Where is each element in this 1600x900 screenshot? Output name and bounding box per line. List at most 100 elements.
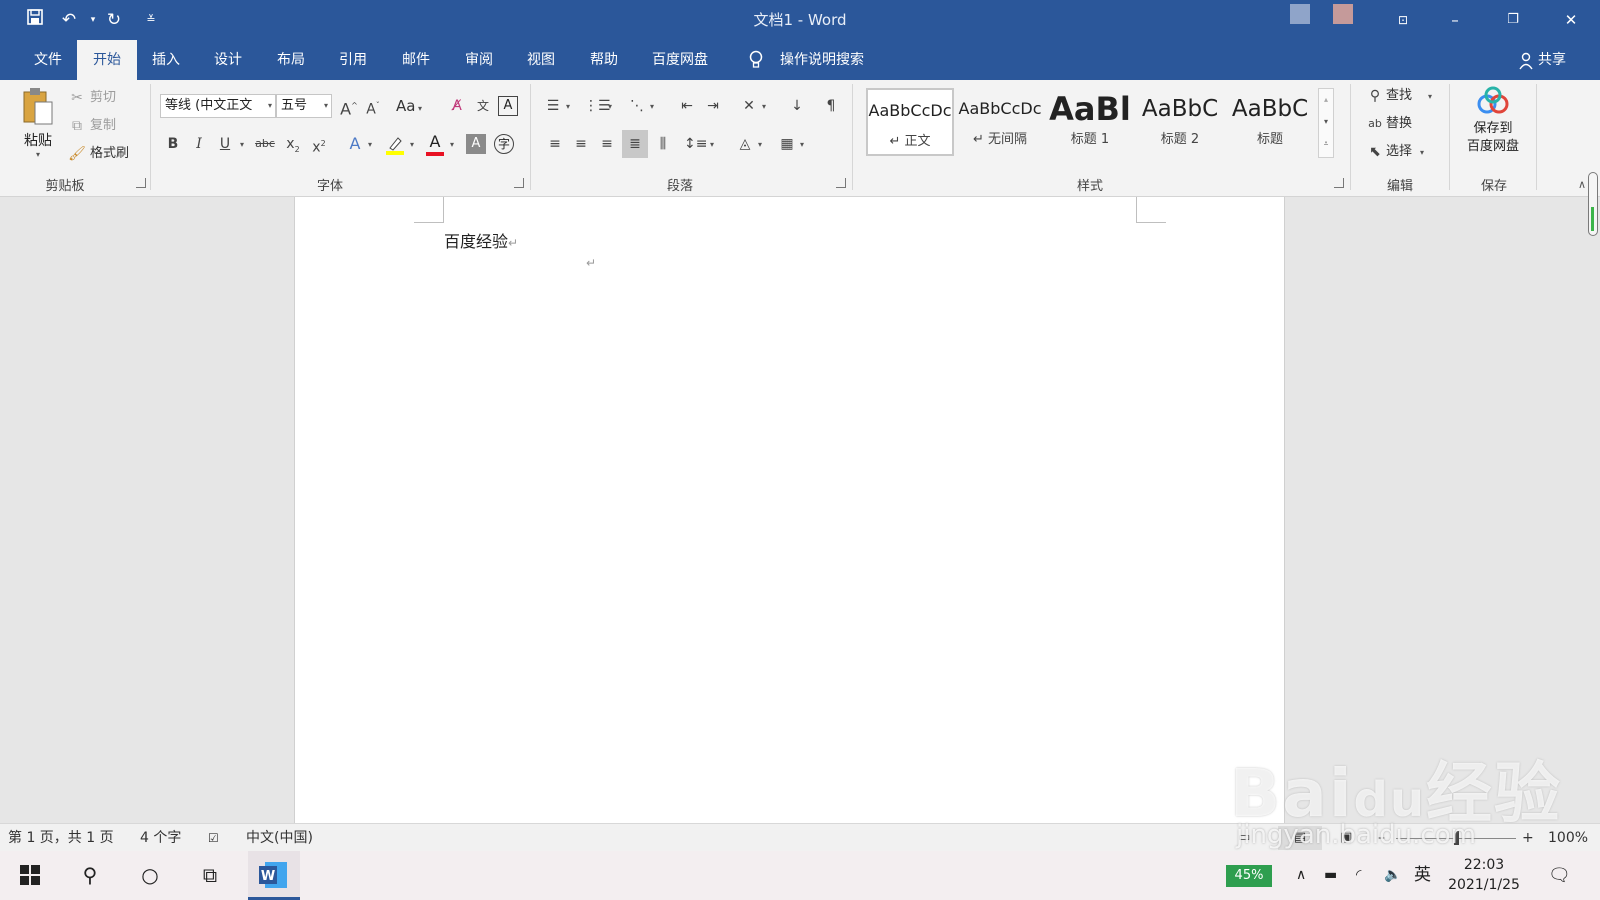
superscript-icon[interactable]: x2: [308, 132, 330, 156]
paste-button[interactable]: 粘贴 ▾: [16, 86, 60, 170]
styles-scroll[interactable]: ▴ ▾ ⩡: [1318, 88, 1334, 158]
tab-layout[interactable]: 布局: [265, 40, 317, 80]
restore-icon[interactable]: ❐: [1490, 0, 1536, 40]
text-effects-icon[interactable]: A: [344, 132, 366, 156]
task-view-icon[interactable]: ⧉: [184, 851, 236, 900]
word-count[interactable]: 4 个字: [140, 824, 181, 852]
multilevel-list-icon[interactable]: ⋱: [626, 94, 648, 118]
decrease-indent-icon[interactable]: ⇤: [676, 94, 698, 118]
character-shading-icon[interactable]: A: [466, 134, 486, 154]
minimize-icon[interactable]: –: [1432, 0, 1478, 40]
save-to-netdisk-button[interactable]: 保存到 百度网盘: [1456, 86, 1530, 170]
character-border-icon[interactable]: A: [498, 96, 518, 116]
tab-baidu-netdisk[interactable]: 百度网盘: [640, 40, 720, 80]
word-taskbar-button[interactable]: W: [248, 851, 300, 900]
line-spacing-icon[interactable]: ↕≡: [684, 132, 707, 156]
close-icon[interactable]: ✕: [1548, 0, 1594, 40]
para-mark: ↵: [972, 132, 984, 147]
chevron-up-icon[interactable]: ▴: [1319, 89, 1333, 111]
language-indicator[interactable]: 中文(中国): [246, 824, 313, 852]
sort-icon[interactable]: ↓: [786, 94, 808, 118]
numbering-icon[interactable]: ⋮☰: [584, 94, 611, 118]
ime-indicator[interactable]: 英: [1414, 851, 1431, 900]
share-button[interactable]: 共享: [1532, 40, 1572, 80]
windows-start-icon[interactable]: [4, 851, 56, 900]
copy-button[interactable]: 复制: [90, 114, 116, 138]
select-button[interactable]: 选择: [1386, 140, 1412, 164]
document-text[interactable]: 百度经验↵: [444, 228, 518, 252]
subscript-icon[interactable]: x2: [282, 132, 304, 156]
paragraph-launcher-icon[interactable]: [836, 178, 846, 188]
zoom-level[interactable]: 100%: [1548, 824, 1588, 852]
replace-button[interactable]: 替换: [1386, 112, 1412, 136]
tab-insert[interactable]: 插入: [140, 40, 192, 80]
change-case-button[interactable]: Aa ▾: [396, 94, 422, 121]
phonetic-guide-icon[interactable]: 文: [472, 94, 494, 118]
zoom-in-icon[interactable]: +: [1522, 824, 1534, 852]
grow-font-icon[interactable]: A^: [338, 94, 360, 118]
volume-icon[interactable]: 🔈: [1384, 851, 1401, 900]
format-painter-button[interactable]: 格式刷: [90, 142, 129, 166]
justify-icon[interactable]: ≣: [622, 130, 648, 158]
styles-launcher-icon[interactable]: [1334, 178, 1344, 188]
bold-icon[interactable]: B: [162, 132, 184, 156]
borders-icon[interactable]: ▦: [776, 132, 798, 156]
shrink-font-icon[interactable]: Aˇ: [362, 94, 384, 118]
cut-button[interactable]: 剪切: [90, 86, 116, 110]
align-right-icon[interactable]: ≡: [596, 132, 618, 156]
clock[interactable]: 22:03 2021/1/25: [1444, 855, 1524, 895]
vertical-scrollbar[interactable]: [1588, 172, 1598, 236]
chevron-down-icon: ▾: [1428, 92, 1433, 101]
style-no-spacing[interactable]: AaBbCcDc ↵ 无间隔: [956, 88, 1044, 156]
proofing-icon[interactable]: ☑: [208, 824, 219, 852]
ribbon-display-icon[interactable]: ⊡: [1380, 0, 1426, 40]
underline-icon[interactable]: U: [214, 132, 236, 156]
asian-layout-icon[interactable]: ✕: [738, 94, 760, 118]
align-center-icon[interactable]: ≡: [570, 132, 592, 156]
style-normal[interactable]: AaBbCcDc ↵ 正文: [866, 88, 954, 156]
tab-view[interactable]: 视图: [515, 40, 567, 80]
clipboard-launcher-icon[interactable]: [136, 178, 146, 188]
network-adapter-icon[interactable]: ▬: [1324, 851, 1337, 900]
tab-help[interactable]: 帮助: [578, 40, 630, 80]
tab-file[interactable]: 文件: [22, 40, 74, 80]
strikethrough-icon[interactable]: abc: [254, 132, 276, 156]
find-button[interactable]: 查找: [1386, 84, 1412, 108]
highlight-icon[interactable]: [384, 134, 406, 156]
tab-review[interactable]: 审阅: [453, 40, 505, 80]
page-count[interactable]: 第 1 页，共 1 页: [8, 824, 114, 852]
wifi-icon[interactable]: ◜: [1356, 851, 1361, 900]
cortana-icon[interactable]: ○: [124, 851, 176, 900]
style-heading-1[interactable]: AaBl 标题 1: [1046, 88, 1134, 156]
font-color-icon[interactable]: A: [424, 132, 446, 158]
crop-mark-right: [1136, 197, 1166, 223]
shading-icon[interactable]: ◬: [734, 132, 756, 156]
align-left-icon[interactable]: ≡: [544, 132, 566, 156]
tab-mailings[interactable]: 邮件: [390, 40, 442, 80]
more-styles-icon[interactable]: ⩡: [1319, 133, 1333, 155]
tab-references[interactable]: 引用: [327, 40, 379, 80]
style-heading-2[interactable]: AaBbC 标题 2: [1136, 88, 1224, 156]
battery-indicator[interactable]: 45%: [1226, 865, 1272, 887]
tell-me-search[interactable]: 操作说明搜索: [768, 40, 876, 80]
search-icon[interactable]: ⚲: [64, 851, 116, 900]
show-marks-icon[interactable]: ¶: [820, 94, 842, 118]
enclose-characters-icon[interactable]: 字: [494, 134, 514, 154]
tab-home[interactable]: 开始: [77, 40, 137, 80]
document-page[interactable]: [294, 197, 1285, 823]
font-size-combo[interactable]: 五号 ▾: [276, 94, 332, 118]
collapse-ribbon-icon[interactable]: ∧: [1578, 178, 1586, 191]
font-name-combo[interactable]: 等线 (中文正文 ▾: [160, 94, 276, 118]
notifications-icon[interactable]: 🗨: [1548, 851, 1571, 900]
font-launcher-icon[interactable]: [514, 178, 524, 188]
chevron-up-icon[interactable]: ∧: [1296, 851, 1306, 900]
distributed-icon[interactable]: ⫼: [652, 132, 674, 156]
scroll-thumb[interactable]: [1591, 207, 1594, 231]
style-title[interactable]: AaBbC 标题: [1226, 88, 1314, 156]
increase-indent-icon[interactable]: ⇥: [702, 94, 724, 118]
chevron-down-icon[interactable]: ▾: [1319, 111, 1333, 133]
italic-icon[interactable]: I: [188, 132, 210, 156]
clear-formatting-icon[interactable]: A̸: [446, 94, 468, 118]
bullets-icon[interactable]: ☰: [542, 94, 564, 118]
tab-design[interactable]: 设计: [202, 40, 254, 80]
